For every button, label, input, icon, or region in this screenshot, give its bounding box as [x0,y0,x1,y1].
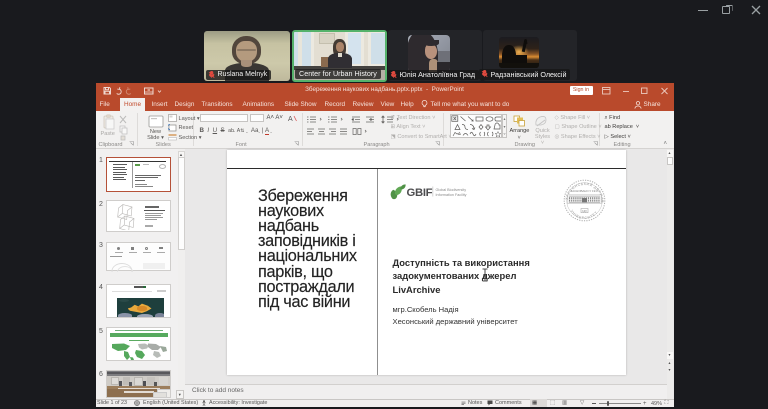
svg-text:ХДУ: ХДУ [582,209,588,213]
svg-text:Global Biodiversity: Global Biodiversity [435,188,466,192]
svg-text:GBIF: GBIF [406,187,432,199]
svg-text:ЗАСНОВАНО У 1917: ЗАСНОВАНО У 1917 [570,189,598,193]
svg-text:A: A [288,116,293,122]
svg-text:Information Facility: Information Facility [435,193,466,197]
